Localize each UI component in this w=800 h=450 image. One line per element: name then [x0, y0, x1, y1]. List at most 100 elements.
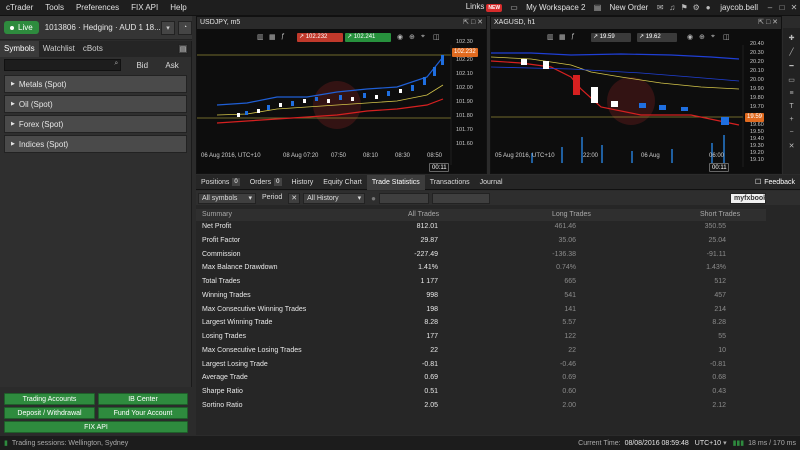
table-row[interactable]: Winning Trades 998 541 457	[196, 292, 766, 306]
stat-long: -136.38	[552, 250, 576, 258]
tab-journal[interactable]: Journal	[475, 175, 508, 190]
category-metals[interactable]: ▶ Metals (Spot)	[4, 75, 187, 93]
minimize-icon[interactable]: –	[764, 3, 776, 12]
ask-header: Ask	[165, 60, 179, 70]
table-row[interactable]: Sortino Ratio 2.05 2.00 2.12	[196, 402, 766, 416]
account-info[interactable]: 1013806 · Hedging · AUD 1 18...	[45, 23, 161, 32]
date-from-input[interactable]	[378, 192, 429, 204]
table-row[interactable]: Total Trades 1 177 665 512	[196, 278, 766, 292]
table-row[interactable]: Average Trade 0.69 0.69 0.68	[196, 374, 766, 388]
table-row[interactable]: Sharpe Ratio 0.51 0.60 0.43	[196, 388, 766, 402]
x-tick: 06:00	[709, 153, 725, 159]
menu-fix-api[interactable]: FIX API	[125, 0, 164, 16]
zoom-in-icon[interactable]: +	[783, 116, 800, 123]
account-dropdown-icon[interactable]: ▾	[161, 20, 175, 35]
radio-icon[interactable]: ●	[371, 194, 376, 203]
period-clear-icon[interactable]: ✕	[288, 192, 301, 204]
ib-center-button[interactable]: IB Center	[98, 393, 188, 405]
stat-label: Max Consecutive Winning Trades	[202, 305, 307, 313]
links-menu[interactable]: Links NEW	[460, 0, 508, 16]
table-row[interactable]: Net Profit 812.01 461.46 350.55	[196, 223, 766, 237]
tab-orders[interactable]: Orders 0	[245, 175, 287, 190]
trading-sessions[interactable]: Trading sessions: Wellington, Sydney	[12, 440, 128, 447]
table-row[interactable]: Profit Factor 29.87 35.06 25.04	[196, 237, 766, 251]
tab-trade-statistics[interactable]: Trade Statistics	[366, 174, 425, 190]
detach-icon[interactable]: ▤	[178, 44, 188, 54]
category-oil[interactable]: ▶ Oil (Spot)	[4, 95, 187, 113]
fund-account-button[interactable]: Fund Your Account	[98, 407, 188, 419]
stat-label: Sortino Ratio	[202, 401, 243, 409]
category-label: Indices (Spot)	[18, 139, 69, 149]
fibonacci-icon[interactable]: ≡	[783, 90, 800, 97]
feedback-button[interactable]: ☐ Feedback	[750, 175, 800, 190]
stat-all: 177	[426, 333, 438, 340]
x-tick: 05 Aug 2016, UTC+10	[495, 153, 555, 159]
line-tool-icon[interactable]: ╱	[783, 48, 800, 56]
table-row[interactable]: Commission -227.49 -136.38 -91.11	[196, 251, 766, 265]
tab-transactions[interactable]: Transactions	[425, 175, 475, 190]
table-row[interactable]: Largest Winning Trade 8.28 5.57 8.28	[196, 319, 766, 333]
tab-watchlist[interactable]: Watchlist	[39, 41, 79, 57]
tab-symbols[interactable]: Symbols	[0, 41, 39, 57]
username[interactable]: jaycob.bell	[714, 0, 764, 16]
zoom-out-icon[interactable]: −	[783, 129, 800, 136]
chart-usdjpy[interactable]: USDJPY, m5 ⇱ □ ✕ ▥ ▦ ƒ ↗ 102.232 ↗ 102.2…	[196, 16, 487, 174]
date-to-input[interactable]	[431, 192, 490, 204]
category-forex[interactable]: ▶ Forex (Spot)	[4, 115, 187, 133]
table-header: Summary All Trades Long Trades Short Tra…	[196, 209, 766, 221]
stat-label: Winning Trades	[202, 291, 251, 299]
horizontal-line-icon[interactable]: ━	[783, 62, 800, 70]
shape-tool-icon[interactable]: ▭	[783, 76, 800, 84]
tab-cbots[interactable]: cBots	[79, 41, 107, 57]
tab-equity-chart[interactable]: Equity Chart	[318, 175, 367, 190]
deposit-withdrawal-button[interactable]: Deposit / Withdrawal	[4, 407, 95, 419]
menu-help[interactable]: Help	[164, 0, 192, 16]
chart-xagusd[interactable]: XAGUSD, h1 ⇱ □ ✕ ▥ ▦ ƒ ↗ 19.59 ↗ 19.62 ◉…	[490, 16, 782, 174]
timezone[interactable]: UTC+10	[695, 440, 721, 447]
stat-label: Commission	[202, 250, 241, 258]
menu-ctrader[interactable]: cTrader	[0, 0, 39, 16]
table-row[interactable]: Max Consecutive Winning Trades 198 141 214	[196, 306, 766, 320]
close-icon[interactable]: ✕	[788, 3, 800, 12]
dashboard-icon[interactable]: ◔	[178, 20, 192, 35]
volume-bars	[531, 135, 725, 163]
symbols-dropdown[interactable]: All symbols ▾	[198, 192, 256, 204]
new-order-button[interactable]: New Order	[604, 0, 655, 16]
stat-label: Profit Factor	[202, 236, 241, 244]
stat-long: 461.46	[554, 223, 576, 230]
table-row[interactable]: Max Consecutive Losing Trades 22 22 10	[196, 347, 766, 361]
bar-countdown: 00:11	[429, 163, 449, 172]
category-indices[interactable]: ▶ Indices (Spot)	[4, 135, 187, 153]
tab-positions[interactable]: Positions 0	[196, 175, 245, 190]
table-row[interactable]: Max Balance Drawdown 1.41% 0.74% 1.43%	[196, 264, 766, 278]
myfxbook-button[interactable]: myfxbook	[730, 192, 767, 204]
chevron-down-icon: ▾	[248, 194, 252, 202]
timezone-chevron-icon: ▾	[723, 440, 727, 447]
settings-icon[interactable]: ⚙	[690, 3, 702, 12]
tab-history[interactable]: History	[287, 175, 319, 190]
expand-icon: ▶	[11, 81, 15, 87]
category-label: Metals (Spot)	[18, 79, 67, 89]
period-dropdown[interactable]: All History ▾	[303, 192, 366, 204]
stat-all: 0.69	[424, 374, 438, 382]
menu-preferences[interactable]: Preferences	[70, 0, 125, 16]
stat-long: 35.06	[558, 236, 576, 244]
menu-tools[interactable]: Tools	[39, 0, 70, 16]
text-tool-icon[interactable]: T	[783, 103, 800, 110]
trash-icon[interactable]: ✕	[783, 142, 800, 150]
maximize-icon[interactable]: □	[776, 3, 788, 12]
chat-icon[interactable]: ✉	[654, 3, 666, 12]
crosshair-icon[interactable]: ✚	[783, 34, 800, 42]
table-row[interactable]: Largest Losing Trade -0.81 -0.46 -0.81	[196, 361, 766, 375]
alert-icon[interactable]: ⚑	[678, 3, 690, 12]
fix-api-button[interactable]: FIX API	[4, 421, 188, 433]
table-row[interactable]: Losing Trades 177 122 55	[196, 333, 766, 347]
y-tick: 102.00	[456, 85, 473, 91]
stat-short: 2.12	[712, 401, 726, 409]
workspace-selector[interactable]: My Workspace 2	[520, 0, 591, 16]
symbol-search-input[interactable]: ⌕	[4, 59, 122, 71]
live-badge[interactable]: Live	[4, 21, 39, 34]
notification-icon[interactable]: ♫	[666, 3, 678, 12]
chart-toolbar: ✚ ╱ ━ ▭ ≡ T + − ✕	[783, 28, 800, 174]
trading-accounts-button[interactable]: Trading Accounts	[4, 393, 95, 405]
